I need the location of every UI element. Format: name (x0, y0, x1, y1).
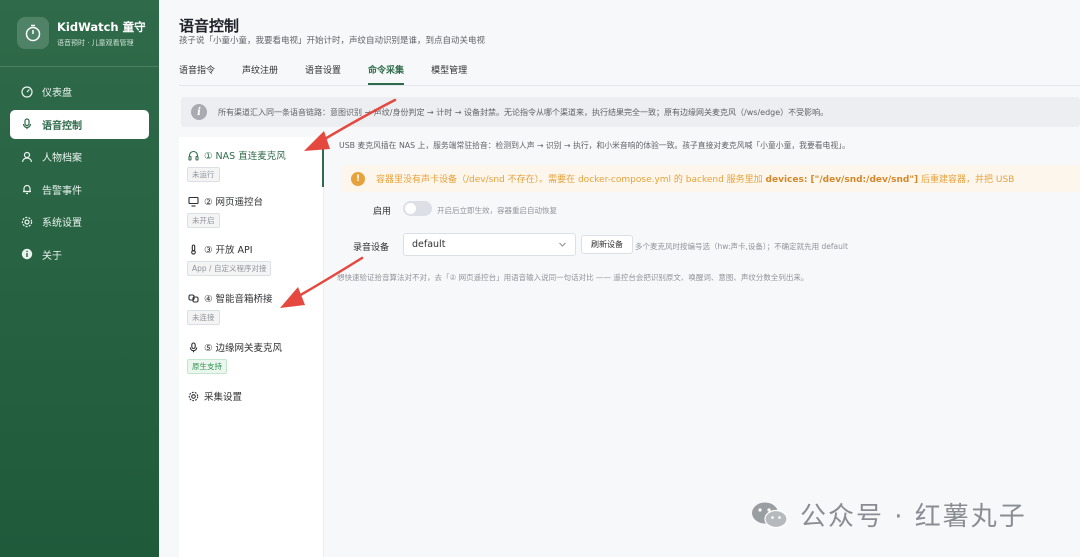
sidebar-item-label: 告警事件 (42, 185, 82, 197)
channel-label: ① NAS 直连麦克风 (204, 151, 286, 162)
status-badge: 未连接 (187, 310, 220, 325)
sidebar-nav: 仪表盘 语音控制 人物档案 告警事件 系统设置 关于 (10, 77, 149, 272)
thermometer-icon (187, 243, 199, 255)
link-icon (187, 292, 199, 304)
channel-label: 采集设置 (204, 392, 243, 403)
status-badge: 原生支持 (187, 359, 227, 374)
gear-icon (20, 215, 34, 229)
recording-device-select[interactable]: default (403, 233, 576, 256)
tab-voice-commands[interactable]: 语音指令 (179, 63, 215, 85)
channel-open-api[interactable]: ③ 开放 API App / 自定义程序对接 (179, 242, 324, 276)
sidebar-item-label: 人物档案 (42, 153, 82, 164)
recording-device-value: default (412, 239, 446, 250)
wechat-icon (752, 502, 788, 528)
channel-web-console[interactable]: ② 网页遥控台 未开启 (179, 194, 324, 228)
gear-icon (187, 390, 199, 402)
watermark: 公众号 · 红薯丸子 (750, 496, 1027, 533)
page-title: 语音控制 (179, 17, 240, 35)
monitor-icon (187, 195, 199, 207)
channel-label: ④ 智能音箱桥接 (204, 294, 273, 305)
tab-command-capture[interactable]: 命令采集 (368, 63, 405, 85)
tab-voice-settings[interactable]: 语音设置 (305, 63, 341, 85)
brand-subtitle: 语音预时 · 儿童观看管理 (57, 38, 134, 47)
warning-icon: ! (351, 171, 365, 186)
info-icon (20, 247, 34, 261)
channel-label: ⑤ 边缘网关麦克风 (204, 343, 283, 354)
recording-device-label: 录音设备 (353, 243, 390, 253)
page-subtitle: 孩子说「小童小童，我要看电视」开始计时，声纹自动识别是谁，到点自动关电视 (179, 36, 486, 46)
channel-label: ② 网页遥控台 (204, 197, 264, 208)
tabs-divider (179, 85, 1080, 86)
stopwatch-icon (17, 17, 49, 49)
sidebar-item-label: 语音控制 (42, 120, 82, 132)
microphone-icon (20, 117, 34, 131)
main-content: 语音控制 孩子说「小童小童，我要看电视」开始计时，声纹自动识别是谁，到点自动关电… (159, 0, 1080, 557)
enable-hint: 开启后立即生效，容器重启自动恢复 (437, 206, 557, 215)
tab-model-management[interactable]: 模型管理 (431, 63, 467, 85)
headphones-icon (187, 149, 199, 161)
divider (0, 66, 159, 67)
channel-nas-microphone[interactable]: ① NAS 直连麦克风 未运行 (179, 141, 324, 187)
microphone-icon (187, 341, 199, 353)
watermark-text: 公众号 · 红薯丸子 (800, 502, 1027, 532)
dashboard-icon (20, 85, 34, 99)
sidebar-item-label: 系统设置 (42, 218, 82, 229)
sidebar-item-profiles[interactable]: 人物档案 (10, 142, 149, 171)
sidebar-item-label: 仪表盘 (42, 88, 72, 99)
info-banner: i 所有渠道汇入同一条语音链路：意图识别 → 声纹/身份判定 → 计时 → 设备… (181, 97, 1080, 127)
channel-menu: ① NAS 直连麦克风 未运行 ② 网页遥控台 未开启 ③ 开放 API App… (179, 137, 324, 557)
sidebar-item-voice-control[interactable]: 语音控制 (10, 109, 149, 139)
footer-note: 想快速验证拾音算法对不对，去「② 网页遥控台」用语音输入说同一句话对比 —— 遥… (337, 273, 809, 282)
sidebar: KidWatch 童守 语音预时 · 儿童观看管理 仪表盘 语音控制 人物档案 … (0, 0, 159, 557)
tab-voiceprint-register[interactable]: 声纹注册 (242, 63, 278, 85)
info-banner-text: 所有渠道汇入同一条语音链路：意图识别 → 声纹/身份判定 → 计时 → 设备封禁… (218, 107, 829, 117)
sidebar-item-settings[interactable]: 系统设置 (10, 207, 149, 236)
info-icon: i (191, 104, 207, 120)
channel-description: USB 麦克风插在 NAS 上，服务端常驻拾音：检测到人声 → 识别 → 执行，… (339, 141, 850, 150)
channel-label: ③ 开放 API (204, 245, 253, 256)
user-icon (20, 150, 34, 164)
sidebar-item-alerts[interactable]: 告警事件 (10, 175, 149, 204)
status-badge: 未开启 (187, 213, 220, 228)
warning-text: 容器里没有声卡设备（/dev/snd 不存在）。需要在 docker-compo… (376, 175, 1015, 185)
sidebar-item-label: 关于 (42, 250, 62, 262)
sidebar-item-about[interactable]: 关于 (10, 240, 149, 269)
channel-smart-speaker-bridge[interactable]: ④ 智能音箱桥接 未连接 (179, 291, 324, 325)
bell-icon (20, 182, 34, 196)
sidebar-item-dashboard[interactable]: 仪表盘 (10, 77, 149, 106)
brand-title: KidWatch 童守 (57, 19, 146, 34)
channel-edge-gateway-mic[interactable]: ⑤ 边缘网关麦克风 原生支持 (179, 340, 324, 374)
status-badge: App / 自定义程序对接 (187, 261, 272, 276)
enable-toggle[interactable] (403, 201, 432, 216)
channel-capture-settings[interactable]: 采集设置 (179, 389, 324, 403)
warning-alert: ! 容器里没有声卡设备（/dev/snd 不存在）。需要在 docker-com… (341, 165, 1080, 192)
status-badge: 未运行 (187, 167, 220, 182)
chevron-down-icon (558, 240, 567, 252)
brand[interactable]: KidWatch 童守 语音预时 · 儿童观看管理 (17, 15, 152, 51)
enable-label: 启用 (373, 207, 392, 217)
refresh-devices-button[interactable]: 刷新设备 (581, 235, 633, 254)
tab-bar: 语音指令 声纹注册 语音设置 命令采集 模型管理 (179, 63, 494, 85)
recording-device-hint: 多个麦克风时按编号选（hw:声卡,设备）；不确定就先用 default (635, 242, 848, 251)
